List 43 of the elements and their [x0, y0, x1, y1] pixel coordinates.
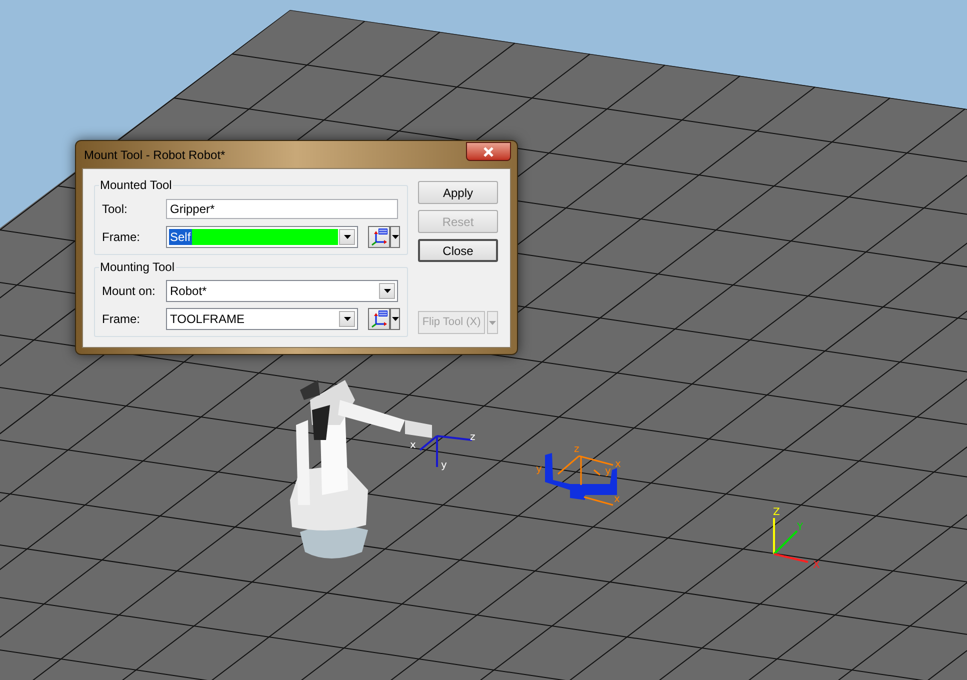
frame-picker-menu-button[interactable]	[390, 308, 400, 330]
axis-label: x	[615, 459, 621, 470]
axes-icon	[370, 228, 388, 246]
dropdown-field[interactable]: Self	[166, 226, 358, 248]
caret-icon	[392, 317, 398, 321]
close-icon	[483, 146, 494, 156]
axis-label: y	[605, 466, 611, 477]
axis-label: x	[614, 494, 620, 505]
dialog-button[interactable]: Apply	[418, 181, 498, 204]
group-legend: Mounting Tool	[99, 260, 176, 275]
axis-label: Y	[797, 522, 804, 533]
dropdown-value: TOOLFRAME	[169, 311, 246, 327]
frame-picker-button[interactable]	[368, 308, 390, 330]
axis-label: y	[441, 460, 447, 471]
close-button[interactable]	[466, 142, 511, 161]
axis-label: y	[536, 464, 542, 475]
field-label: Mount on:	[102, 283, 156, 300]
field-label: Frame:	[102, 311, 142, 328]
axis-label: Z	[773, 507, 780, 518]
world-axes	[773, 518, 808, 563]
field-label: Frame:	[102, 229, 142, 246]
axis-label: z	[470, 432, 476, 443]
caret-icon	[344, 317, 350, 321]
axis-label: x	[410, 440, 416, 451]
caret-icon	[392, 235, 398, 239]
axis-label: X	[813, 560, 820, 571]
field-label: Tool:	[102, 201, 128, 218]
frame-picker-button[interactable]	[368, 226, 390, 248]
axis-label: z	[574, 444, 580, 455]
field-value: Gripper*	[170, 201, 215, 218]
dropdown-field[interactable]: Robot*	[166, 280, 398, 302]
caret-icon	[344, 235, 350, 239]
caret-icon	[384, 289, 390, 293]
dropdown-value: Robot*	[169, 283, 208, 299]
axes-icon	[370, 310, 388, 328]
frame-picker-menu-button[interactable]	[390, 226, 400, 248]
text-field[interactable]: Gripper*	[166, 199, 398, 219]
dropdown-value: Self	[169, 229, 192, 245]
gripper-axes	[557, 455, 614, 506]
window-title: Mount Tool - Robot Robot*	[83, 146, 226, 164]
dropdown-field[interactable]: TOOLFRAME	[166, 308, 358, 330]
caret-icon	[489, 320, 496, 324]
dialog-button[interactable]: Close	[418, 239, 498, 262]
